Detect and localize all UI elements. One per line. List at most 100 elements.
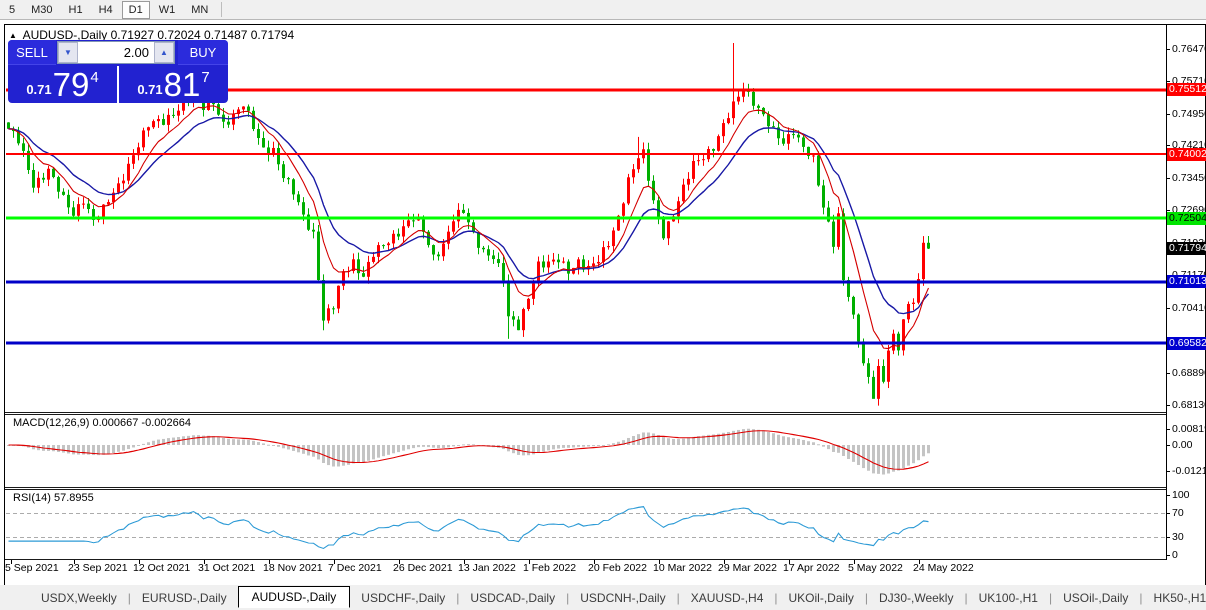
timeframe-button-h1[interactable]: H1	[62, 1, 90, 19]
date-label: 10 Mar 2022	[653, 562, 712, 574]
price-tick-label: 0.68130	[1172, 399, 1206, 411]
price-badge-0.75512: 0.75512	[1167, 83, 1206, 96]
date-label: 5 Sep 2021	[5, 562, 59, 574]
timeframe-button-d1[interactable]: D1	[121, 0, 150, 19]
sell-price-base: 0.71	[26, 82, 52, 97]
tab-dj30-weekly[interactable]: DJ30-,Weekly	[868, 588, 964, 608]
date-label: 31 Oct 2021	[198, 562, 256, 574]
price-tick-dash	[1166, 210, 1170, 211]
sell-button[interactable]: SELL	[8, 40, 56, 65]
buy-button[interactable]: BUY	[178, 40, 228, 65]
price-tick-dash	[1166, 405, 1170, 406]
timeframe-button-m30[interactable]: M30	[24, 1, 59, 19]
price-badge-0.69582: 0.69582	[1167, 337, 1206, 350]
price-badge-0.71794: 0.71794	[1167, 242, 1206, 255]
trade-panel-top-row: SELL ▼ 2.00 ▲ BUY	[8, 40, 228, 65]
price-badge-0.74002: 0.74002	[1167, 148, 1206, 161]
rsi-label: RSI(14) 57.8955	[13, 492, 94, 504]
rsi-tick-dash	[1166, 495, 1170, 496]
date-label: 26 Dec 2021	[393, 562, 453, 574]
price-tick-dash	[1166, 373, 1170, 374]
price-tick-dash	[1166, 178, 1170, 179]
date-label: 1 Feb 2022	[523, 562, 577, 574]
timeframe-button-h4[interactable]: H4	[92, 1, 120, 19]
price-tick-label: 0.68890	[1172, 367, 1206, 379]
price-badge-0.71013: 0.71013	[1167, 275, 1206, 288]
one-click-trade-panel: SELL ▼ 2.00 ▲ BUY 0.71 79 4 0.71 81 7	[8, 40, 228, 103]
rsi-tick-label: 70	[1172, 507, 1184, 519]
main-macd-splitter[interactable]	[5, 412, 1166, 413]
triangle-down-icon: ▼	[64, 48, 72, 57]
timeframe-button-5[interactable]: 5	[2, 1, 22, 19]
date-label: 23 Sep 2021	[68, 562, 128, 574]
macd-rsi-splitter[interactable]	[5, 487, 1166, 488]
toolbar-separator	[221, 2, 223, 17]
price-tick-label: 0.74950	[1172, 108, 1206, 120]
volume-input[interactable]: 2.00	[78, 42, 154, 63]
date-label: 7 Dec 2021	[328, 562, 382, 574]
volume-increase-button[interactable]: ▲	[154, 42, 174, 63]
timeframe-button-w1[interactable]: W1	[152, 1, 183, 19]
macd-tick-label: 0.008197	[1172, 423, 1206, 435]
timeframe-button-mn[interactable]: MN	[184, 1, 215, 19]
rsi-tick-dash	[1166, 555, 1170, 556]
price-tick-dash	[1166, 81, 1170, 82]
chart-window: ▲ AUDUSD-,Daily 0.71927 0.72024 0.71487 …	[4, 24, 1206, 586]
price-tick-label: 0.73450	[1172, 172, 1206, 184]
rsi-tick-label: 100	[1172, 489, 1190, 501]
rsi-tick-dash	[1166, 513, 1170, 514]
macd-tick-dash	[1166, 429, 1170, 430]
sell-price-big: 79	[52, 66, 90, 103]
date-label: 5 May 2022	[848, 562, 903, 574]
tab-usdcad-daily[interactable]: USDCAD-,Daily	[459, 588, 566, 608]
date-label: 13 Jan 2022	[458, 562, 516, 574]
buy-price-base: 0.71	[137, 82, 163, 97]
tab-uk100-h1[interactable]: UK100-,H1	[968, 588, 1049, 608]
price-tick-dash	[1166, 308, 1170, 309]
plot-right-border	[1166, 25, 1167, 560]
date-label: 12 Oct 2021	[133, 562, 191, 574]
volume-stepper: ▼ 2.00 ▲	[57, 41, 175, 64]
tab-ukoil-daily[interactable]: UKOil-,Daily	[778, 588, 865, 608]
symbol-marker-icon: ▲	[9, 31, 17, 40]
chart-tabs: USDX,Weekly | EURUSD-,Daily AUDUSD-,Daily US…	[30, 585, 1206, 609]
tab-usdcnh-daily[interactable]: USDCNH-,Daily	[569, 588, 676, 608]
chart-tab-bar: USDX,Weekly | EURUSD-,Daily AUDUSD-,Daily US…	[0, 585, 1206, 610]
trading-app-screen: 5 M30 H1 H4 D1 W1 MN ▲ AUDUSD-,Daily 0.71927 0…	[0, 0, 1206, 610]
price-tick-dash	[1166, 114, 1170, 115]
macd-tick-label: -0.01212	[1172, 465, 1206, 477]
macd-label: MACD(12,26,9) 0.000667 -0.002664	[13, 417, 191, 429]
timeframe-buttons: 5 M30 H1 H4 D1 W1 MN	[1, 0, 216, 19]
buy-price-sup: 7	[201, 69, 210, 86]
timeframe-toolbar: 5 M30 H1 H4 D1 W1 MN	[0, 0, 1206, 20]
tab-usdx-weekly[interactable]: USDX,Weekly	[30, 588, 128, 608]
macd-tick-dash	[1166, 445, 1170, 446]
macd-tick-label: 0.00	[1172, 439, 1193, 451]
buy-price-display[interactable]: 0.71 81 7	[119, 66, 228, 103]
buy-price-big: 81	[163, 66, 201, 103]
price-tick-dash	[1166, 145, 1170, 146]
rsi-canvas[interactable]	[6, 490, 1166, 559]
price-tick-dash	[1166, 49, 1170, 50]
tab-hk50-h1[interactable]: HK50-,H1	[1143, 588, 1206, 608]
trade-panel-price-row: 0.71 79 4 0.71 81 7	[8, 66, 228, 103]
price-tick-label: 0.76470	[1172, 43, 1206, 55]
date-label: 20 Feb 2022	[588, 562, 647, 574]
sell-price-sup: 4	[90, 69, 99, 86]
price-badge-0.72504: 0.72504	[1167, 212, 1206, 225]
date-label: 17 Apr 2022	[783, 562, 840, 574]
sell-price-display[interactable]: 0.71 79 4	[8, 66, 117, 103]
date-label: 18 Nov 2021	[263, 562, 323, 574]
date-label: 29 Mar 2022	[718, 562, 777, 574]
tab-usdchf-daily[interactable]: USDCHF-,Daily	[350, 588, 456, 608]
macd-tick-dash	[1166, 471, 1170, 472]
tab-usoil-daily[interactable]: USOil-,Daily	[1052, 588, 1139, 608]
tab-xauusd-h4[interactable]: XAUUSD-,H4	[680, 588, 775, 608]
tab-audusd-daily[interactable]: AUDUSD-,Daily	[237, 585, 351, 608]
triangle-up-icon: ▲	[160, 48, 168, 57]
price-tick-label: 0.70410	[1172, 302, 1206, 314]
volume-decrease-button[interactable]: ▼	[58, 42, 78, 63]
date-label: 24 May 2022	[913, 562, 974, 574]
rsi-tick-dash	[1166, 537, 1170, 538]
tab-eurusd-daily[interactable]: EURUSD-,Daily	[131, 588, 238, 608]
